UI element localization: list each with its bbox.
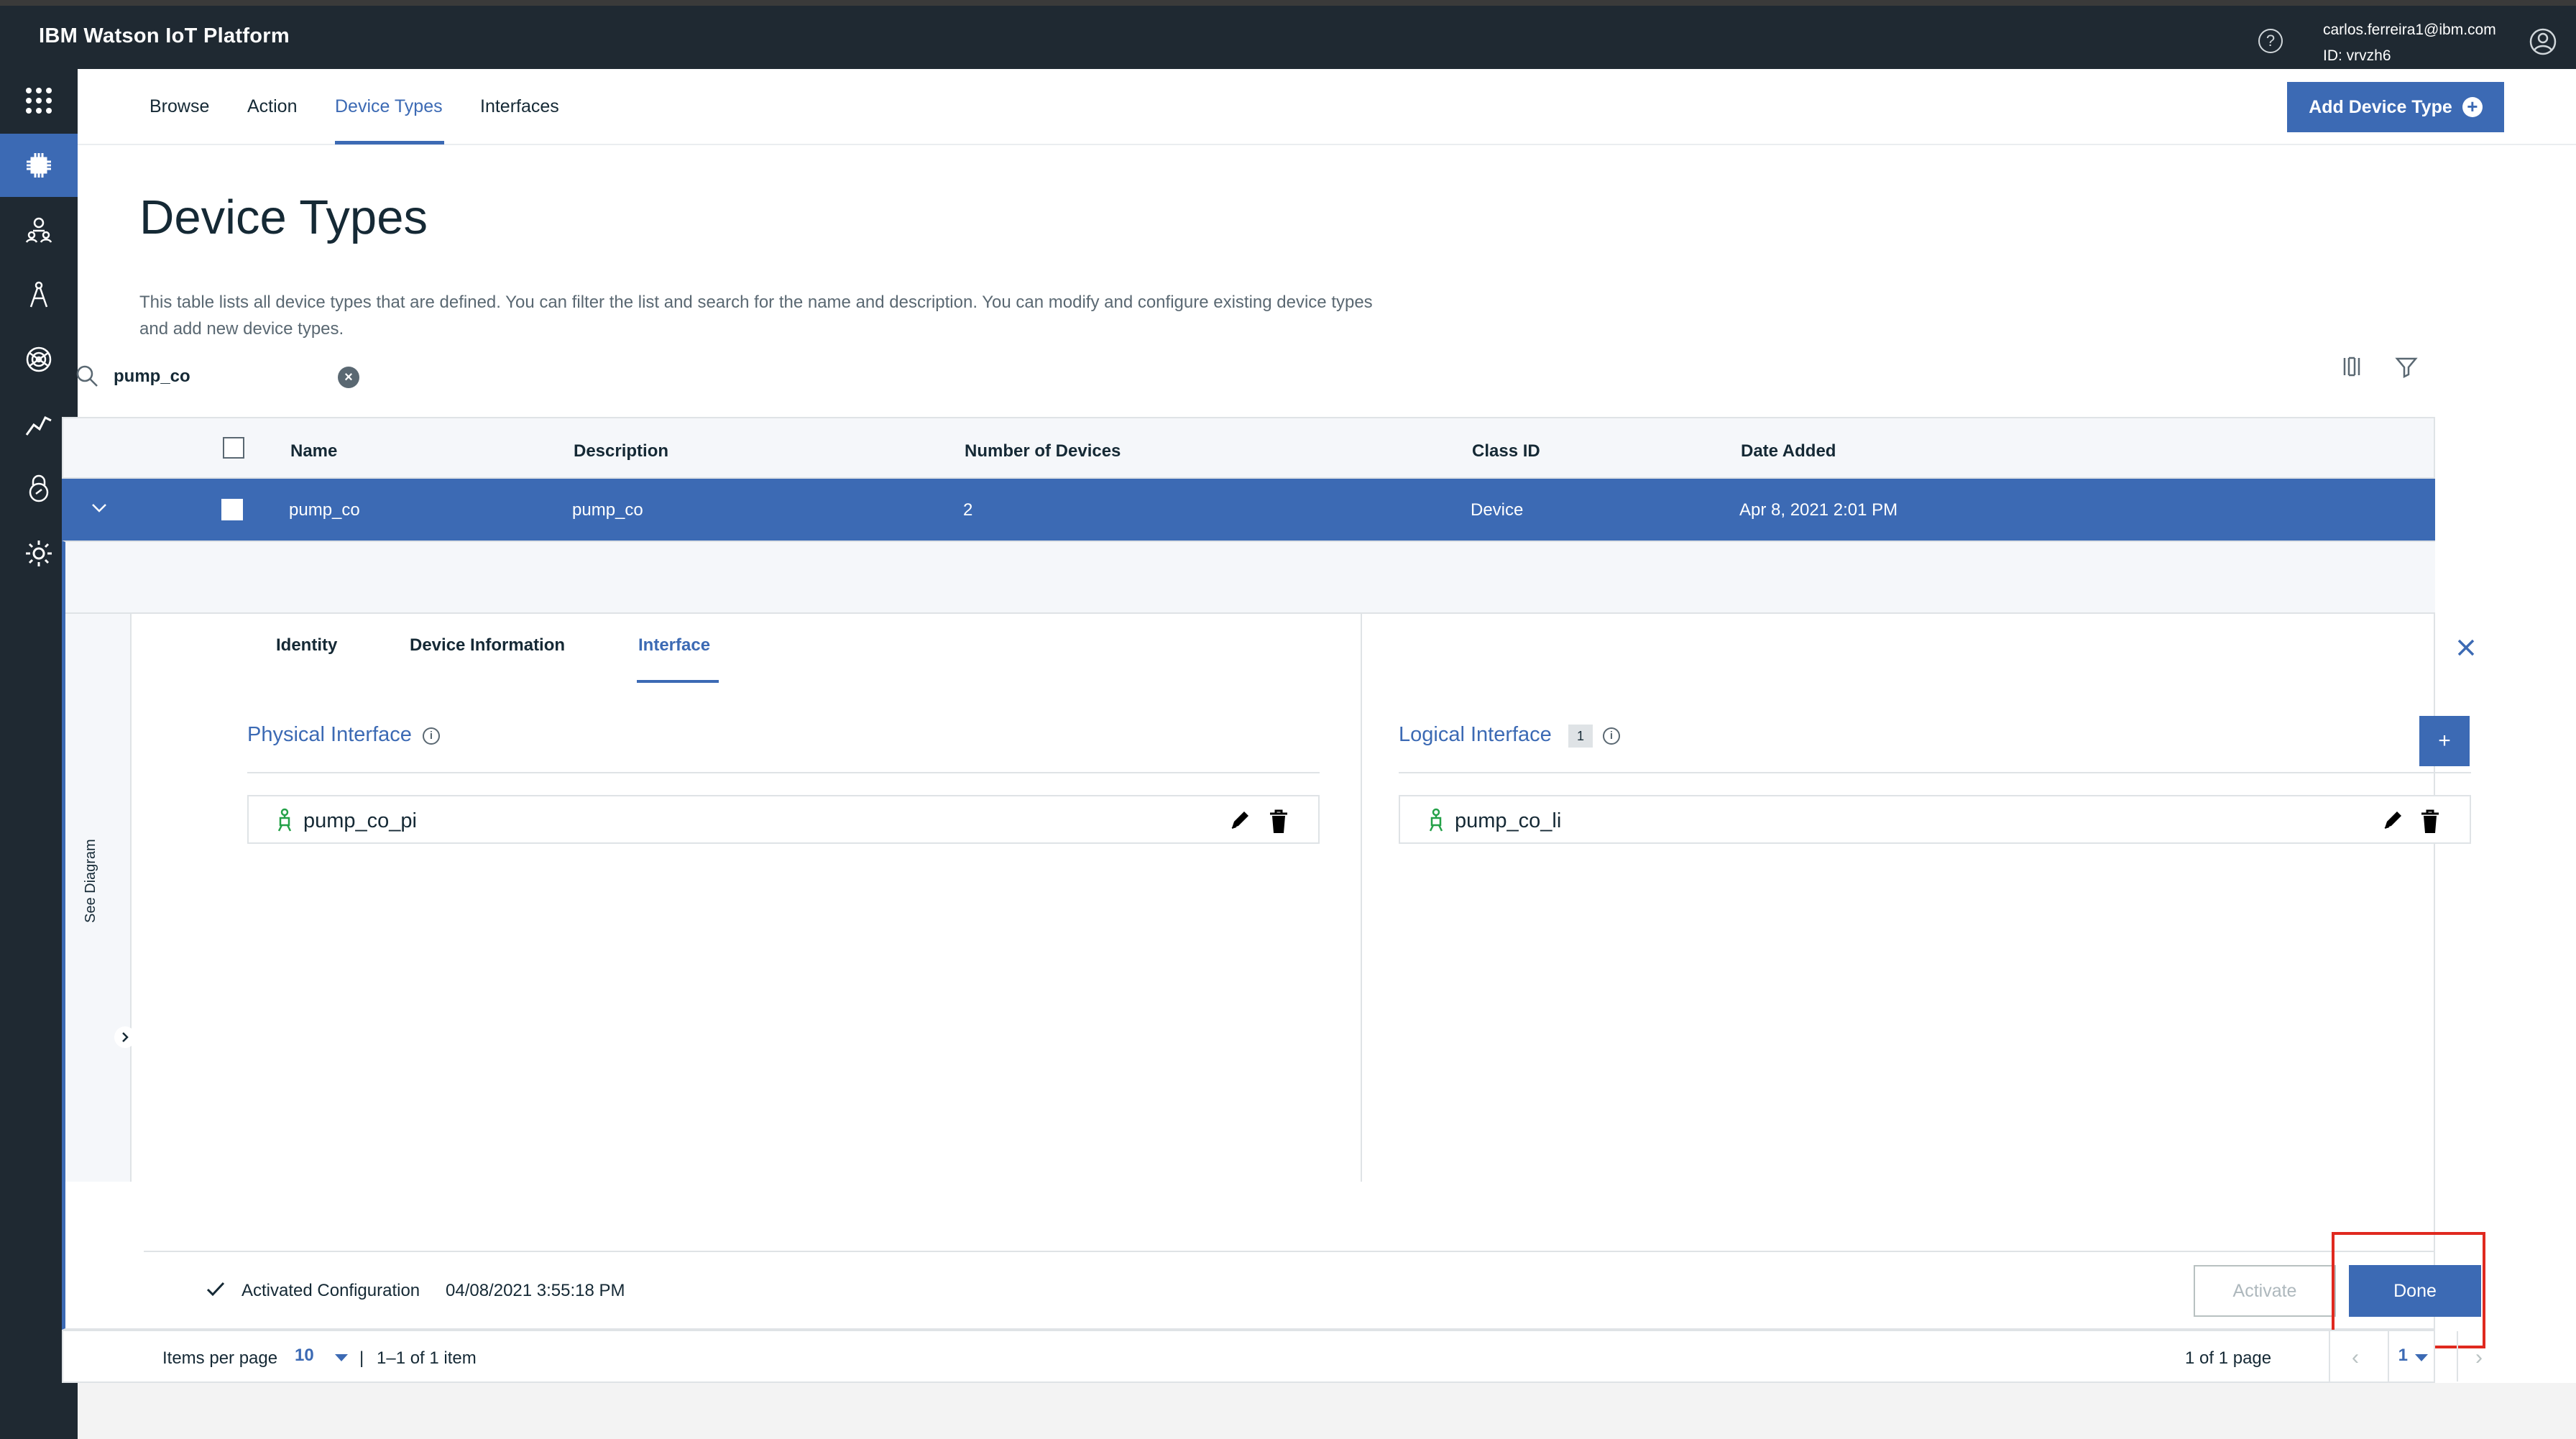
close-icon[interactable] (2455, 637, 2477, 658)
delete-trash-icon[interactable] (1268, 809, 1289, 834)
tab-device-types[interactable]: Device Types (335, 96, 443, 117)
apps-grid-icon[interactable] (0, 69, 78, 132)
logical-divider (1399, 772, 2471, 773)
logical-count-badge: 1 (1568, 725, 1593, 748)
table-row[interactable]: pump_co pump_co 2 Device Apr 8, 2021 2:0… (62, 479, 2469, 541)
rules-icon[interactable] (0, 328, 78, 391)
physical-interface-name: pump_co_pi (303, 809, 417, 832)
tab-interfaces[interactable]: Interfaces (480, 96, 559, 117)
logical-interface-name: pump_co_li (1455, 809, 1562, 832)
robot-icon (277, 808, 292, 832)
row-date-added: Apr 8, 2021 2:01 PM (1739, 500, 1898, 520)
items-per-page-label: Items per page (162, 1348, 278, 1368)
chevron-right-icon[interactable] (114, 1026, 136, 1048)
help-icon[interactable]: ? (2258, 29, 2283, 53)
interface-divider (1361, 614, 1362, 1182)
top-header: IBM Watson IoT Platform ? carlos.ferreir… (0, 0, 2576, 69)
checkmark-icon (206, 1282, 225, 1297)
column-header-number-of-devices[interactable]: Number of Devices (965, 441, 1121, 461)
user-id: ID: vrvzh6 (2323, 47, 2391, 64)
activated-configuration-label: Activated Configuration (242, 1281, 420, 1300)
details-tabs-bar (65, 542, 2435, 614)
physical-divider (247, 772, 1320, 773)
physical-info-icon[interactable]: i (423, 727, 440, 745)
row-description: pump_co (572, 500, 643, 520)
column-header-class-id[interactable]: Class ID (1472, 441, 1540, 461)
add-device-type-label: Add Device Type (2309, 96, 2452, 117)
add-device-type-button[interactable]: Add Device Type + (2287, 82, 2504, 132)
tab-identity[interactable]: Identity (276, 635, 337, 656)
items-per-page-caret-icon[interactable] (335, 1354, 348, 1361)
activate-button[interactable]: Activate (2194, 1265, 2336, 1317)
page-bottom-area (78, 1383, 2576, 1439)
column-header-name[interactable]: Name (290, 441, 337, 461)
filter-icon[interactable] (2395, 355, 2418, 378)
physical-interface-title: Physical Interface (247, 723, 412, 746)
table-header: Name Description Number of Devices Class… (62, 417, 2435, 479)
edit-pencil-icon[interactable] (2382, 809, 2404, 831)
logical-info-icon[interactable]: i (1603, 727, 1620, 745)
row-name: pump_co (289, 500, 360, 520)
previous-page-icon[interactable]: ‹ (2352, 1346, 2359, 1370)
pager-separator (2329, 1331, 2330, 1381)
activated-configuration-time: 04/08/2021 3:55:18 PM (446, 1281, 625, 1300)
row-number-of-devices: 2 (963, 500, 973, 520)
current-page-select[interactable]: 1 (2388, 1346, 2408, 1366)
logical-interface-item[interactable]: pump_co_li (1399, 795, 2471, 844)
plus-circle-icon: + (2462, 97, 2483, 117)
page-count: 1 of 1 page (2185, 1348, 2272, 1368)
user-email: carlos.ferreira1@ibm.com (2323, 22, 2496, 38)
overflow-menu-icon[interactable] (2442, 500, 2474, 518)
tab-action[interactable]: Action (247, 96, 297, 117)
page-select-caret-icon[interactable] (2415, 1354, 2428, 1361)
see-diagram-panel[interactable]: See Diagram (65, 614, 136, 1182)
details-footer-divider (144, 1251, 2434, 1252)
brand-title: IBM Watson IoT Platform (39, 24, 290, 47)
active-tab-indicator (335, 141, 444, 144)
logical-interface-title: Logical Interface (1399, 723, 1552, 746)
pagination-divider: | (359, 1348, 364, 1368)
physical-interface-item[interactable]: pump_co_pi (247, 795, 1320, 844)
columns-icon[interactable] (2340, 355, 2363, 378)
next-page-icon[interactable]: › (2475, 1346, 2483, 1370)
pagination-bar: Items per page 10 | 1–1 of 1 item 1 of 1… (62, 1330, 2483, 1383)
items-per-page-select[interactable]: 10 (295, 1346, 314, 1366)
search-input[interactable] (114, 364, 329, 390)
devices-chip-icon[interactable] (0, 134, 78, 197)
chevron-down-icon[interactable] (91, 499, 108, 516)
nav-tabs: Browse Action Device Types Interfaces Ad… (78, 69, 2576, 145)
members-icon[interactable] (0, 198, 78, 262)
column-header-description[interactable]: Description (574, 441, 668, 461)
details-active-tab-indicator (637, 680, 719, 683)
row-class-id: Device (1471, 500, 1524, 520)
column-header-date-added[interactable]: Date Added (1741, 441, 1836, 461)
page-title: Device Types (139, 190, 428, 244)
tab-browse[interactable]: Browse (150, 96, 209, 117)
pager-separator (2457, 1331, 2458, 1381)
search-icon (76, 365, 98, 387)
select-all-checkbox[interactable] (223, 437, 244, 459)
see-diagram-label: See Diagram (83, 839, 98, 923)
tab-interface[interactable]: Interface (638, 635, 710, 656)
apps-compass-icon[interactable] (0, 263, 78, 326)
tab-device-information[interactable]: Device Information (410, 635, 565, 656)
item-range: 1–1 of 1 item (377, 1348, 477, 1368)
clear-search-icon[interactable]: × (338, 367, 359, 388)
user-avatar-icon[interactable] (2529, 27, 2557, 56)
row-checkbox[interactable] (221, 499, 243, 520)
expanded-row-details: See Diagram (62, 541, 2435, 1330)
edit-pencil-icon[interactable] (1229, 809, 1251, 831)
add-logical-interface-button[interactable]: + (2419, 716, 2470, 766)
delete-trash-icon[interactable] (2419, 809, 2441, 834)
robot-icon (1429, 808, 1443, 832)
page-description: This table lists all device types that a… (139, 293, 1373, 339)
